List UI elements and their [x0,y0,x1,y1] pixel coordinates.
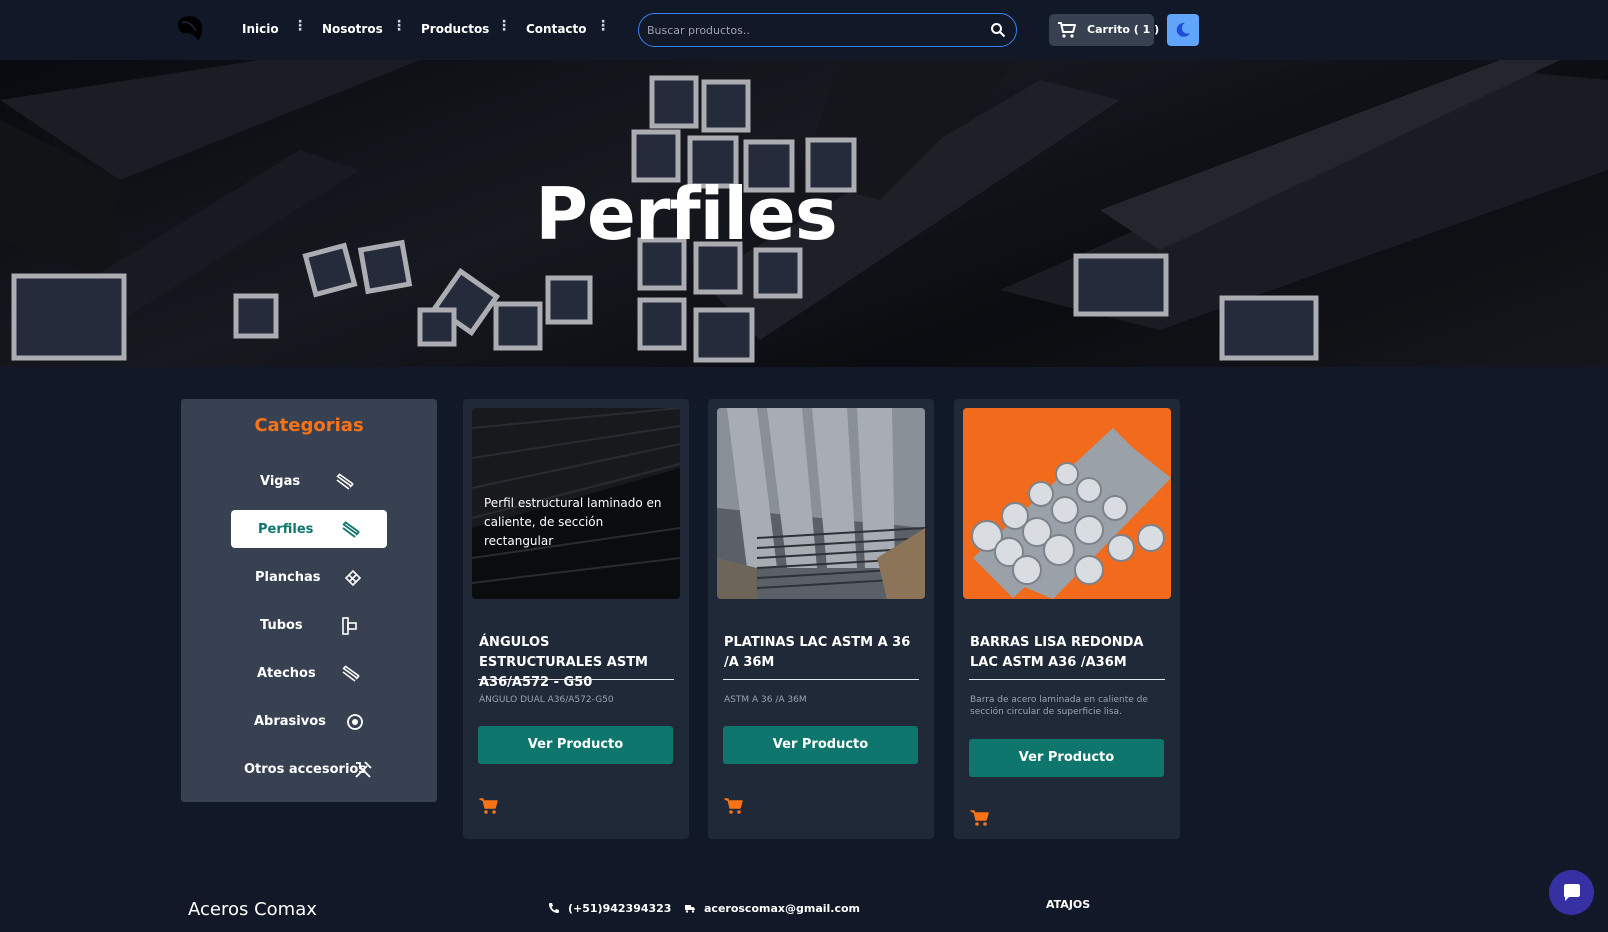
search-icon[interactable] [990,22,1006,38]
product-image[interactable]: Perfil estructural laminado en caliente,… [472,408,680,599]
logo-icon[interactable] [174,11,206,43]
plate-icon [344,569,362,587]
page-title: Perfiles [535,172,837,256]
add-to-cart-icon[interactable] [479,796,499,816]
category-item-vigas[interactable]: Vigas [231,462,387,500]
phone-icon [549,903,559,913]
product-card: Perfil estructural laminado en caliente,… [463,399,689,839]
category-label: Atechos [257,666,316,681]
search-input[interactable] [647,20,977,40]
nav-link-productos[interactable]: Productos [421,22,489,36]
category-item-abrasivos[interactable]: Abrasivos [231,702,387,740]
navbar: Inicio ⋮ Nosotros ⋮ Productos ⋮ Contacto… [0,0,1608,60]
category-label: Planchas [255,570,321,585]
product-card: BARRAS LISA REDONDA LAC ASTM A36 /A36M B… [954,399,1180,839]
nav-separator: ⋮ [596,18,610,34]
category-item-tubos[interactable]: Tubos [231,606,387,644]
product-title: BARRAS LISA REDONDA LAC ASTM A36 /A36M [970,635,1144,670]
truck-icon [685,905,695,913]
cart-button[interactable]: Carrito ( 1 ) [1049,14,1159,46]
nav-separator: ⋮ [392,18,406,34]
nav-separator: ⋮ [497,18,511,34]
product-description: ÁNGULO DUAL A36/A572-G50 [479,695,614,705]
view-product-button[interactable]: Ver Producto [723,726,918,764]
footer-phone[interactable]: (+51)942394323 [568,902,671,915]
category-item-otros-accesorios[interactable]: Otros accesorios [231,750,387,788]
pipe-icon [342,617,357,635]
category-label: Vigas [260,474,301,489]
moon-icon [1176,22,1190,37]
view-product-button[interactable]: Ver Producto [969,739,1164,777]
nav-link-nosotros[interactable]: Nosotros [322,22,383,36]
divider [723,679,919,680]
product-title: PLATINAS LAC ASTM A 36 /A 36M [724,635,911,670]
product-image[interactable] [963,408,1171,599]
footer-brand: Aceros Comax [188,899,317,920]
category-label: Tubos [260,618,303,633]
category-sidebar: Categorias Vigas Perfiles Planchas Tubos… [181,399,437,802]
product-title: ÁNGULOS ESTRUCTURALES ASTM A36/A572 - G5… [479,635,648,690]
add-to-cart-icon[interactable] [970,808,990,828]
nav-link-contacto[interactable]: Contacto [526,22,587,36]
category-label: Abrasivos [254,714,326,729]
beam-icon [336,473,354,490]
nav-link-inicio[interactable]: Inicio [242,22,279,36]
category-item-planchas[interactable]: Planchas [231,558,387,596]
sidebar-title: Categorias [254,415,364,436]
cart-label: Carrito ( 1 ) [1087,23,1160,36]
cart-icon [1058,22,1076,38]
product-description: Barra de acero laminada en caliente de s… [970,695,1148,717]
theme-toggle-button[interactable] [1167,14,1199,46]
divider [969,679,1165,680]
product-overlay-text: Perfil estructural laminado en caliente,… [484,496,662,548]
category-label: Otros accesorios [244,762,367,777]
chat-button[interactable] [1549,870,1594,915]
roof-sheet-icon [342,665,360,682]
footer-email[interactable]: aceroscomax@gmail.com [704,902,860,915]
tools-icon [355,761,372,778]
product-image[interactable] [717,408,925,599]
add-to-cart-icon[interactable] [724,796,744,816]
category-label: Perfiles [258,522,314,537]
product-card: PLATINAS LAC ASTM A 36 /A 36M ASTM A 36 … [708,399,934,839]
search-box [638,13,1017,47]
divider [478,679,674,680]
disc-icon [347,714,363,730]
product-description: ASTM A 36 /A 36M [724,695,807,705]
footer-shortcuts-title: ATAJOS [1046,898,1091,911]
category-item-atechos[interactable]: Atechos [231,654,387,692]
category-item-perfiles[interactable]: Perfiles [231,510,387,548]
view-product-button[interactable]: Ver Producto [478,726,673,764]
nav-separator: ⋮ [293,18,307,34]
profile-icon [342,521,360,538]
hero-banner: Perfiles [0,60,1608,367]
chat-bubble-icon [1564,884,1580,901]
